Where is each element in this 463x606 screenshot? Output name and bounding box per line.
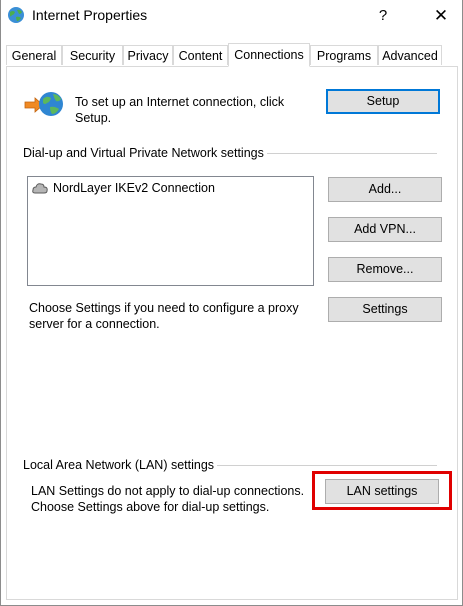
add-button[interactable]: Add...: [328, 177, 442, 202]
setup-button[interactable]: Setup: [326, 89, 440, 114]
globe-icon: [7, 6, 25, 24]
tab-connections[interactable]: Connections: [228, 43, 310, 67]
tab-security[interactable]: Security: [62, 45, 123, 65]
highlight-annotation: [312, 471, 452, 510]
connection-name: NordLayer IKEv2 Connection: [53, 181, 215, 195]
tab-privacy[interactable]: Privacy: [123, 45, 173, 65]
settings-button[interactable]: Settings: [328, 297, 442, 322]
dialup-group-label: Dial-up and Virtual Private Network sett…: [23, 146, 267, 160]
add-vpn-button[interactable]: Add VPN...: [328, 217, 442, 242]
tab-programs[interactable]: Programs: [310, 45, 378, 65]
help-button[interactable]: ?: [371, 0, 395, 32]
tab-content[interactable]: Content: [173, 45, 228, 65]
remove-button[interactable]: Remove...: [328, 257, 442, 282]
internet-connection-icon: [23, 88, 65, 120]
title-bar[interactable]: Internet Properties ? ✕: [1, 0, 462, 32]
close-button[interactable]: ✕: [425, 0, 457, 32]
lan-group-label: Local Area Network (LAN) settings: [23, 458, 218, 472]
connections-list[interactable]: NordLayer IKEv2 Connection: [27, 176, 314, 286]
internet-properties-window: Internet Properties ? ✕ General Security…: [0, 0, 463, 606]
vpn-connection-icon: [32, 182, 48, 194]
lan-description: LAN Settings do not apply to dial-up con…: [31, 484, 305, 514]
tab-advanced[interactable]: Advanced: [378, 45, 442, 65]
setup-description: To set up an Internet connection, click …: [75, 95, 285, 125]
proxy-description: Choose Settings if you need to configure…: [29, 301, 299, 331]
window-title: Internet Properties: [32, 7, 148, 23]
tab-general[interactable]: General: [6, 45, 62, 65]
